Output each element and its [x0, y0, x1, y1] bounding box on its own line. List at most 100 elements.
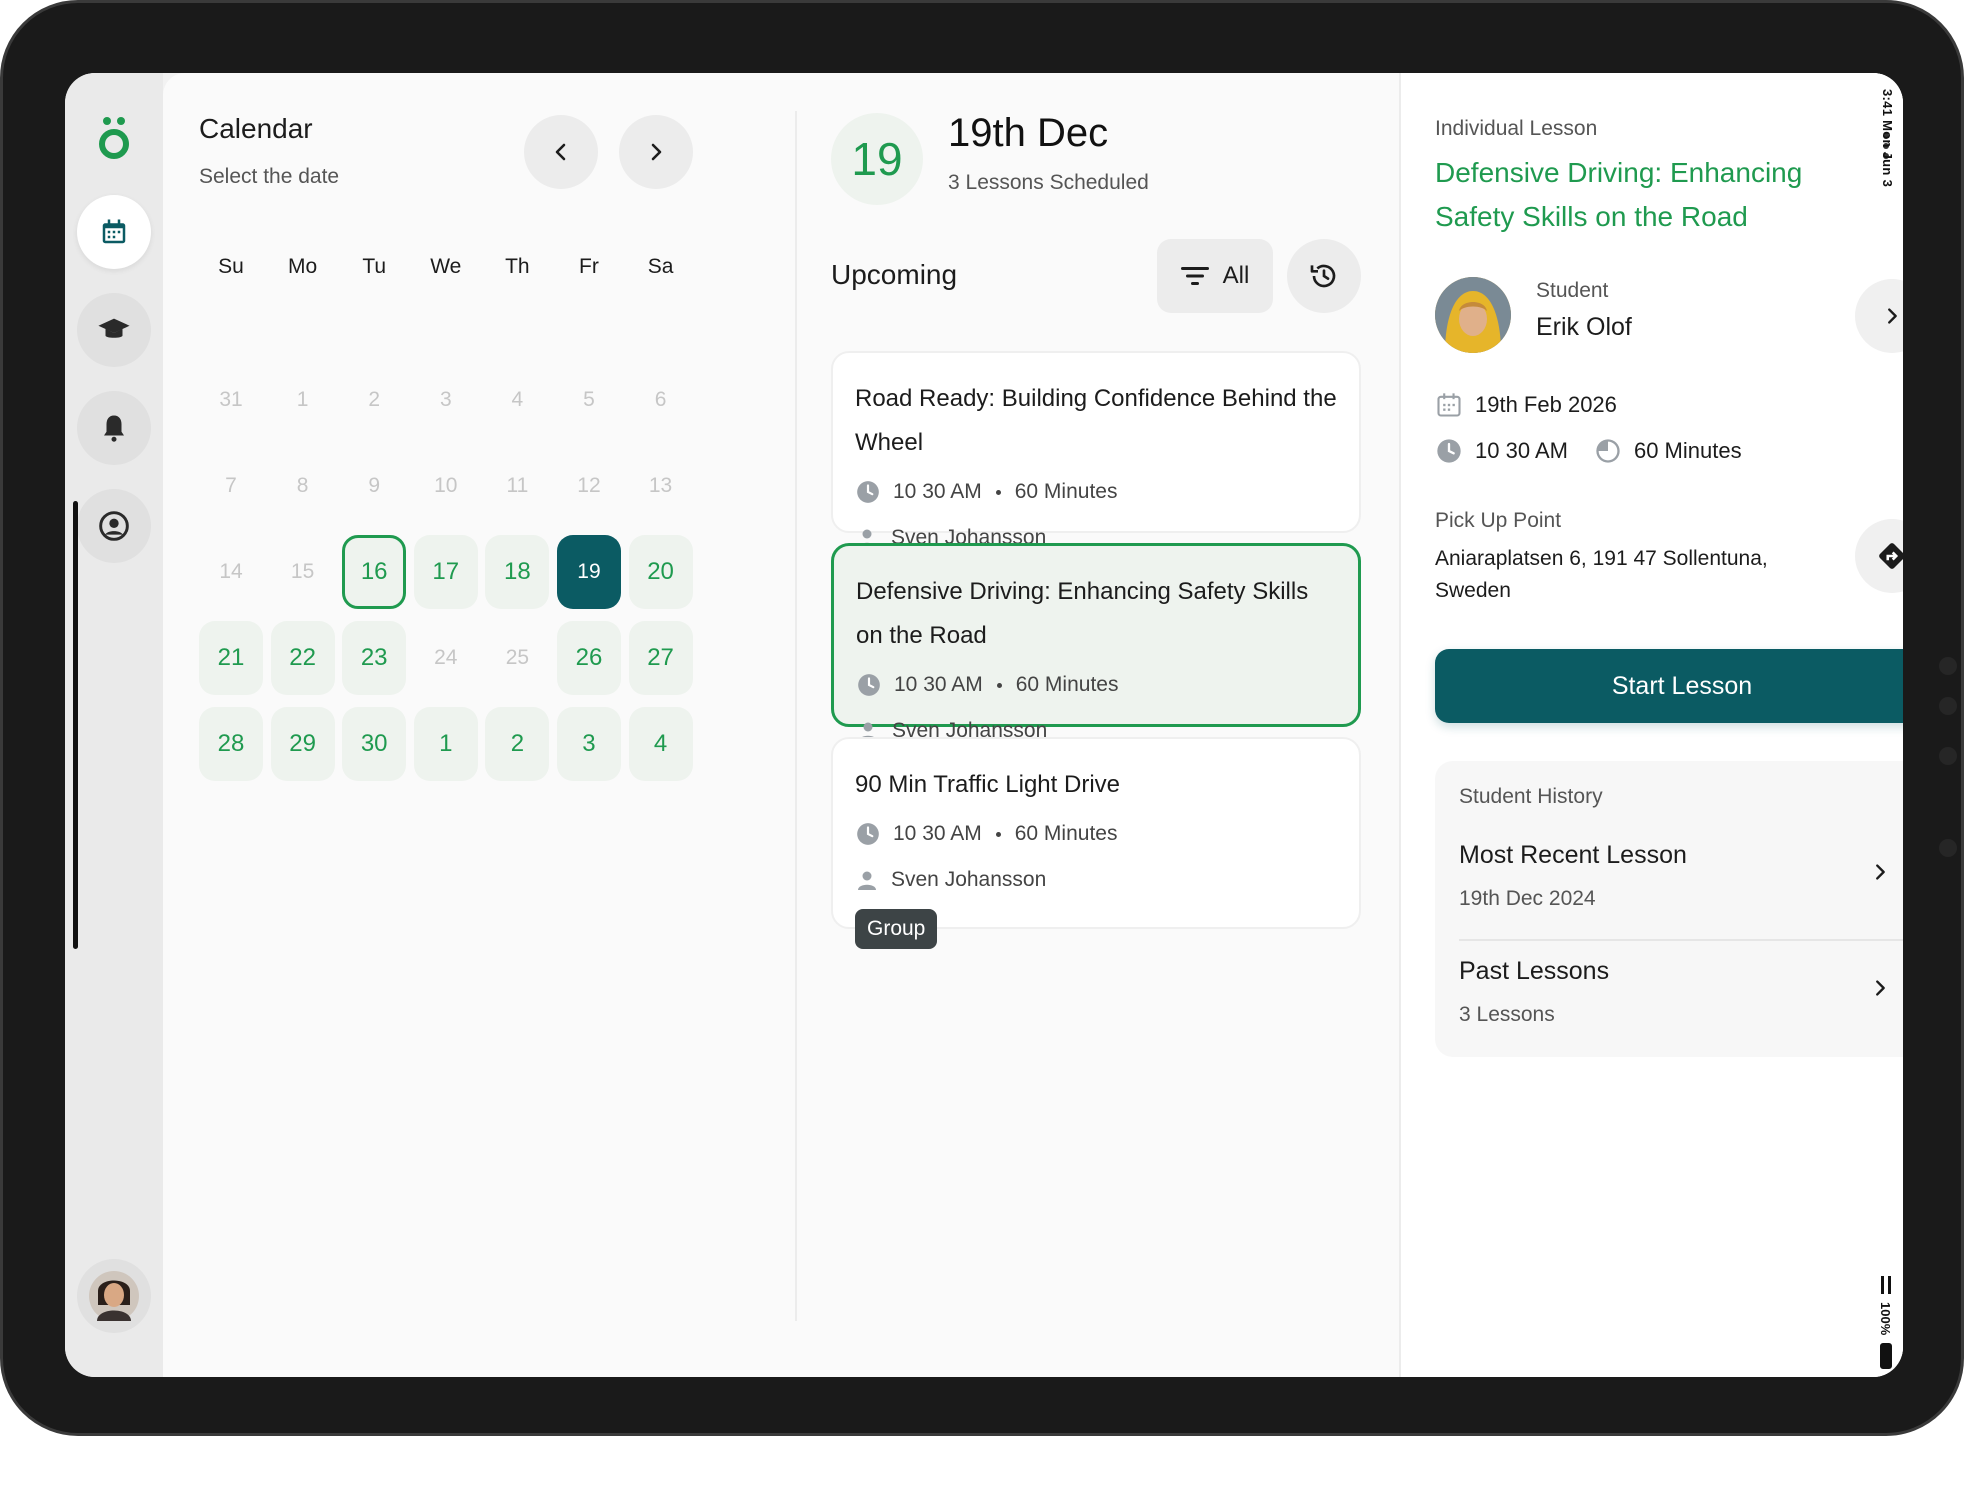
lesson-time-row: 10 30 AM 60 Minutes [856, 666, 1336, 704]
student-history-card: Student History Most Recent Lesson 19th … [1435, 761, 1903, 1057]
history-icon [1310, 264, 1336, 288]
student-profile-button[interactable] [1855, 279, 1903, 353]
directions-button[interactable] [1855, 519, 1903, 593]
lesson-duration: 60 Minutes [1015, 673, 1119, 696]
weekday-label: We [430, 255, 462, 278]
lesson-card-selected[interactable]: Defensive Driving: Enhancing Safety Skil… [831, 543, 1361, 742]
lesson-time-row: 10 30 AM 60 Minutes [855, 815, 1337, 853]
history-divider [1459, 939, 1903, 941]
filter-icon [1180, 267, 1209, 285]
lesson-detail-title: Defensive Driving: Enhancing Safety Skil… [1435, 157, 1803, 232]
battery-icon [1879, 1343, 1892, 1369]
past-lessons-item[interactable]: Past Lessons 3 Lessons [1459, 957, 1903, 1057]
lesson-duration: 60 Minutes [1014, 480, 1118, 503]
calendar-day-grid: 31 1 2 3 4 5 6 7 8 9 10 11 12 13 14 15 16 17 18 19 20 21 22 23 2… [199, 363, 699, 781]
rail-scroll-indicator [73, 501, 78, 949]
filter-label: All [1222, 262, 1250, 289]
filter-button[interactable]: All [1157, 239, 1273, 313]
device-button [1939, 839, 1957, 857]
calendar-day[interactable]: 2 [485, 707, 550, 781]
bell-icon [104, 415, 124, 442]
history-button[interactable] [1287, 239, 1361, 313]
lesson-card[interactable]: Road Ready: Building Confidence Behind t… [831, 351, 1361, 549]
navigation-rail [65, 73, 163, 1377]
calendar-title: Calendar [199, 113, 313, 144]
chevron-right-icon [1888, 308, 1897, 324]
lesson-time: 10 30 AM [894, 673, 983, 696]
calendar-day[interactable]: 4 [628, 707, 693, 781]
calendar-outline-icon [1437, 393, 1461, 417]
calendar-subtitle: Select the date [199, 165, 340, 188]
calendar-day: 7 [225, 474, 237, 497]
calendar-day[interactable]: 29 [270, 707, 335, 781]
lesson-detail-panel: Individual Lesson Defensive Driving: Enh… [1399, 73, 1903, 1377]
calendar-day: 4 [511, 388, 524, 411]
past-lessons-count: 3 Lessons [1459, 1003, 1555, 1026]
calendar-day: 8 [296, 474, 309, 497]
past-lessons-title: Past Lessons [1459, 957, 1610, 985]
calendar-day[interactable]: 1 [413, 707, 478, 781]
calendar-day[interactable]: 17 [413, 535, 478, 609]
calendar-day[interactable]: 28 [199, 707, 263, 781]
device-button [1939, 657, 1957, 675]
nav-lessons-button[interactable] [77, 293, 151, 367]
calendar-day[interactable]: 21 [199, 621, 263, 695]
start-lesson-button[interactable]: Start Lesson [1435, 649, 1903, 723]
selected-date: 19th Dec [948, 111, 1109, 155]
calendar-day: 11 [506, 474, 529, 497]
prev-month-button[interactable] [524, 115, 598, 189]
lesson-time: 10 30 AM [893, 822, 982, 845]
calendar-day[interactable]: 3 [556, 707, 621, 781]
clock-icon [857, 481, 879, 503]
student-photo-icon [1435, 277, 1511, 353]
chevron-right-icon [1876, 980, 1885, 996]
calendar-day[interactable]: 20 [628, 535, 693, 609]
chevron-left-icon [555, 143, 566, 161]
calendar-day: 1 [296, 388, 309, 411]
calendar-day[interactable]: 22 [270, 621, 335, 695]
lesson-instructor-row: Sven Johansson [855, 861, 1337, 899]
calendar-day[interactable]: 19 [556, 535, 621, 609]
student-label: Student [1536, 279, 1609, 302]
calendar-day: 31 [219, 388, 243, 411]
calendar-day[interactable]: 23 [342, 621, 407, 695]
timer-icon [1596, 439, 1620, 463]
app-screen: Calendar Select the date Su Mo Tu We Th … [65, 73, 1903, 1377]
tablet-frame: Calendar Select the date Su Mo Tu We Th … [0, 0, 1964, 1436]
lesson-time: 10 30 AM [893, 480, 982, 503]
weekday-label: Fr [579, 255, 599, 278]
user-avatar-icon [89, 1271, 139, 1321]
calendar-day: 15 [290, 560, 315, 583]
account-avatar-button[interactable] [77, 1259, 151, 1333]
calendar-day[interactable]: 27 [628, 621, 693, 695]
lesson-date: 19th Feb 2026 [1475, 392, 1617, 417]
lesson-card[interactable]: 90 Min Traffic Light Drive 10 30 AM 60 M… [831, 737, 1361, 949]
calendar-day: 3 [439, 388, 452, 411]
chevron-right-icon [1876, 864, 1885, 880]
lesson-time-row: 10 30 AM 60 Minutes [855, 473, 1337, 511]
most-recent-lesson-item[interactable]: Most Recent Lesson 19th Dec 2024 [1459, 841, 1903, 941]
student-name: Erik Olof [1536, 313, 1632, 341]
calendar-day: 13 [648, 474, 673, 497]
lesson-date-row: 19th Feb 2026 [1435, 391, 1617, 419]
weekday-header: Su Mo Tu We Th Fr Sa [199, 255, 699, 279]
calendar-day[interactable]: 30 [342, 707, 407, 781]
group-badge: Group [855, 909, 938, 949]
lesson-time-row: 10 30 AM 60 Minutes [1435, 437, 1742, 465]
device-button [1939, 697, 1957, 715]
nav-profile-button[interactable] [77, 489, 151, 563]
calendar-day: 2 [368, 388, 381, 411]
weekday-label: Tu [362, 255, 387, 278]
app-logo [93, 115, 135, 163]
weekday-label: Th [505, 255, 530, 278]
calendar-day[interactable]: 18 [485, 535, 550, 609]
next-month-button[interactable] [619, 115, 693, 189]
nav-calendar-button[interactable] [77, 195, 151, 269]
clock-icon [1437, 439, 1461, 463]
nav-notifications-button[interactable] [77, 391, 151, 465]
user-circle-icon [99, 511, 129, 541]
calendar-day[interactable]: 16 [342, 535, 407, 609]
lesson-duration: 60 Minutes [1633, 438, 1742, 463]
lesson-title: 90 Min Traffic Light Drive [855, 771, 1120, 798]
calendar-day[interactable]: 26 [556, 621, 621, 695]
